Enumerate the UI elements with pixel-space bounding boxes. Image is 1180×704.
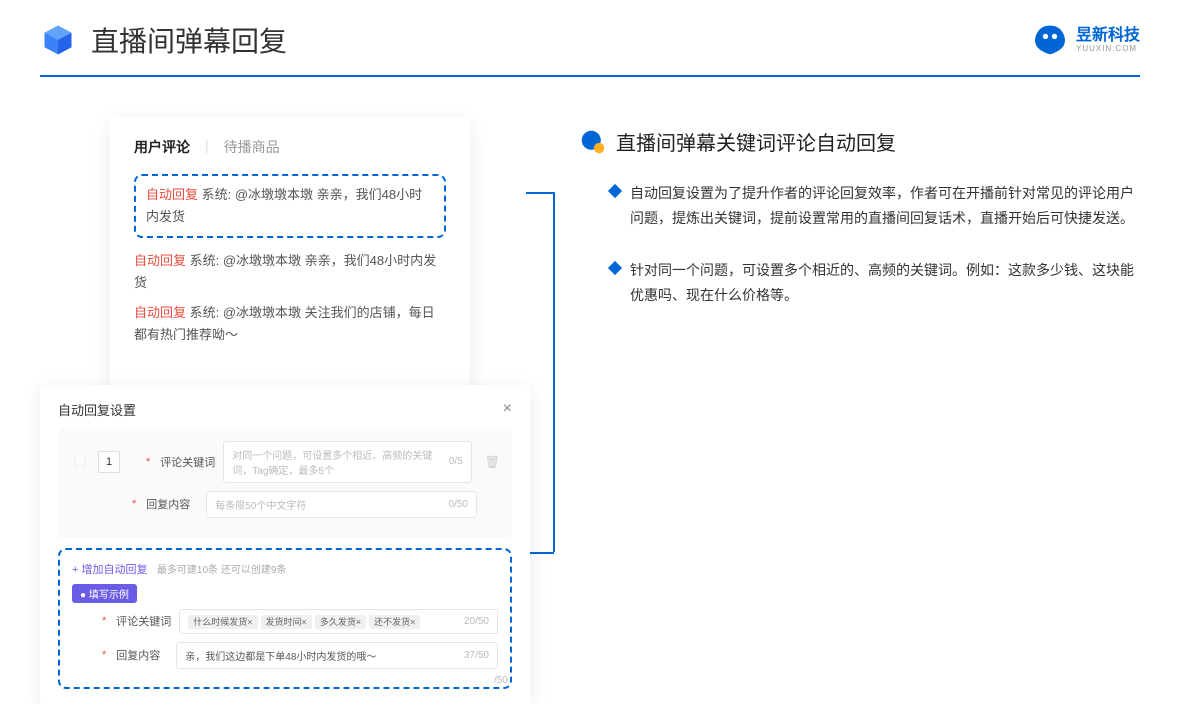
ex-content-label: 回复内容 bbox=[116, 647, 168, 663]
comments-panel: 用户评论 | 待播商品 自动回复 系统: @冰墩墩本墩 亲亲，我们48小时内发货… bbox=[110, 117, 470, 395]
form-row-keyword: ⋮⋮ 1 * 评论关键词 对同一个问题，可设置多个相近、高频的关键词，Tag确定… bbox=[70, 441, 500, 483]
cube-icon bbox=[40, 22, 76, 58]
bullet-item: 自动回复设置为了提升作者的评论回复效率，作者可在开播前针对常见的评论用户问题，提… bbox=[580, 181, 1140, 230]
highlighted-comment: 自动回复 系统: @冰墩墩本墩 亲亲，我们48小时内发货 bbox=[134, 174, 446, 238]
tab-pending-goods[interactable]: 待播商品 bbox=[224, 137, 280, 159]
ex-keyword-input[interactable]: 什么时候发货× 发货时间×多久发货×还不发货× 20/50 bbox=[179, 609, 498, 634]
close-icon[interactable]: × bbox=[503, 400, 512, 419]
brand-icon bbox=[1032, 22, 1068, 58]
required-mark: * bbox=[132, 498, 136, 510]
tab-user-comments[interactable]: 用户评论 bbox=[134, 137, 190, 159]
section-header: 直播间弹幕关键词评论自动回复 bbox=[580, 127, 1140, 156]
add-auto-reply-link[interactable]: + 增加自动回复 bbox=[72, 564, 147, 576]
keyword-label: 评论关键词 bbox=[160, 454, 215, 470]
header-left: 直播间弹幕回复 bbox=[40, 20, 287, 60]
content-label: 回复内容 bbox=[146, 496, 198, 512]
diamond-bullet-icon bbox=[608, 184, 622, 198]
left-column: 用户评论 | 待播商品 自动回复 系统: @冰墩墩本墩 亲亲，我们48小时内发货… bbox=[40, 117, 540, 704]
ex-kw-counter: 20/50 bbox=[464, 616, 489, 627]
tab-separator: | bbox=[205, 137, 209, 159]
ex-tags: 什么时候发货× 发货时间×多久发货×还不发货× bbox=[188, 615, 423, 628]
add-hint: 最多可建10条 还可以创建9条 bbox=[157, 565, 286, 576]
comment-row: 自动回复 系统: @冰墩墩本墩 关注我们的店铺，每日都有热门推荐呦～ bbox=[134, 302, 446, 346]
page-title: 直播间弹幕回复 bbox=[91, 20, 287, 60]
tag-chip: 多久发货× bbox=[315, 615, 366, 629]
example-content-row: * 回复内容 亲，我们这边都是下单48小时内发货的哦～ 37/50 bbox=[72, 642, 498, 669]
required-mark: * bbox=[146, 456, 150, 468]
bullet-item: 针对同一个问题，可设置多个相近的、高频的关键词。例如：这款多少钱、这块能优惠吗、… bbox=[580, 258, 1140, 307]
keyword-input[interactable]: 对同一个问题，可设置多个相近、高频的关键词，Tag确定，最多5个 0/5 bbox=[223, 441, 471, 483]
bullet-text: 针对同一个问题，可设置多个相近的、高频的关键词。例如：这款多少钱、这块能优惠吗、… bbox=[630, 258, 1140, 307]
ex-keyword-label: 评论关键词 bbox=[116, 613, 171, 629]
input-placeholder: 对同一个问题，可设置多个相近、高频的关键词，Tag确定，最多5个 bbox=[232, 447, 449, 477]
bullet-text: 自动回复设置为了提升作者的评论回复效率，作者可在开播前针对常见的评论用户问题，提… bbox=[630, 181, 1140, 230]
tag-chip: 还不发货× bbox=[369, 615, 420, 629]
right-column: 直播间弹幕关键词评论自动回复 自动回复设置为了提升作者的评论回复效率，作者可在开… bbox=[580, 117, 1140, 704]
ex-content-value: 亲，我们这边都是下单48小时内发货的哦～ bbox=[185, 648, 376, 663]
content-counter: 0/50 bbox=[449, 499, 468, 510]
connector-line bbox=[553, 192, 555, 552]
auto-reply-tag: 自动回复 bbox=[134, 253, 186, 268]
tag-chip: 什么时候发货× bbox=[188, 615, 257, 629]
drag-handle-icon[interactable]: ⋮⋮ bbox=[70, 456, 90, 467]
diamond-bullet-icon bbox=[608, 261, 622, 275]
form-area: ⋮⋮ 1 * 评论关键词 对同一个问题，可设置多个相近、高频的关键词，Tag确定… bbox=[58, 429, 512, 538]
settings-title: 自动回复设置 bbox=[58, 400, 136, 419]
add-row: + 增加自动回复 最多可建10条 还可以创建9条 bbox=[72, 560, 498, 578]
chat-bubble-icon bbox=[580, 129, 606, 155]
tag-chip: 发货时间× bbox=[261, 615, 312, 629]
required-mark: * bbox=[102, 649, 106, 661]
page-header: 直播间弹幕回复 昱新科技 YUUXIN.COM bbox=[0, 0, 1180, 75]
example-keyword-row: * 评论关键词 什么时候发货× 发货时间×多久发货×还不发货× 20/50 bbox=[72, 609, 498, 634]
extra-counter: /50 bbox=[494, 675, 508, 686]
auto-reply-tag: 自动回复 bbox=[146, 187, 198, 202]
brand-text-group: 昱新科技 YUUXIN.COM bbox=[1076, 27, 1140, 54]
brand-logo: 昱新科技 YUUXIN.COM bbox=[1032, 22, 1140, 58]
comment-tabs: 用户评论 | 待播商品 bbox=[134, 137, 446, 159]
form-row-content: * 回复内容 每条限50个中文字符 0/50 bbox=[70, 491, 500, 518]
ex-content-input[interactable]: 亲，我们这边都是下单48小时内发货的哦～ 37/50 bbox=[176, 642, 498, 669]
delete-icon[interactable]: 🗑 bbox=[485, 455, 500, 469]
row-index: 1 bbox=[98, 451, 120, 473]
brand-name: 昱新科技 bbox=[1076, 27, 1140, 45]
keyword-counter: 0/5 bbox=[449, 456, 463, 467]
input-placeholder: 每条限50个中文字符 bbox=[215, 497, 306, 512]
comment-row: 自动回复 系统: @冰墩墩本墩 亲亲，我们48小时内发货 bbox=[134, 250, 446, 294]
connector-line bbox=[526, 192, 554, 194]
section-title: 直播间弹幕关键词评论自动回复 bbox=[616, 127, 896, 156]
settings-header: 自动回复设置 × bbox=[58, 400, 512, 429]
content-input[interactable]: 每条限50个中文字符 0/50 bbox=[206, 491, 477, 518]
ex-content-counter: 37/50 bbox=[464, 650, 489, 661]
brand-sub: YUUXIN.COM bbox=[1076, 44, 1140, 53]
main-content: 用户评论 | 待播商品 自动回复 系统: @冰墩墩本墩 亲亲，我们48小时内发货… bbox=[0, 77, 1180, 704]
example-box: + 增加自动回复 最多可建10条 还可以创建9条 ● 填写示例 * 评论关键词 … bbox=[58, 548, 512, 689]
comment-row: 自动回复 系统: @冰墩墩本墩 亲亲，我们48小时内发货 bbox=[146, 184, 434, 228]
required-mark: * bbox=[102, 615, 106, 627]
auto-reply-tag: 自动回复 bbox=[134, 305, 186, 320]
example-badge: ● 填写示例 bbox=[72, 584, 137, 603]
settings-panel: 自动回复设置 × ⋮⋮ 1 * 评论关键词 对同一个问题，可设置多个相近、高频的… bbox=[40, 385, 530, 704]
